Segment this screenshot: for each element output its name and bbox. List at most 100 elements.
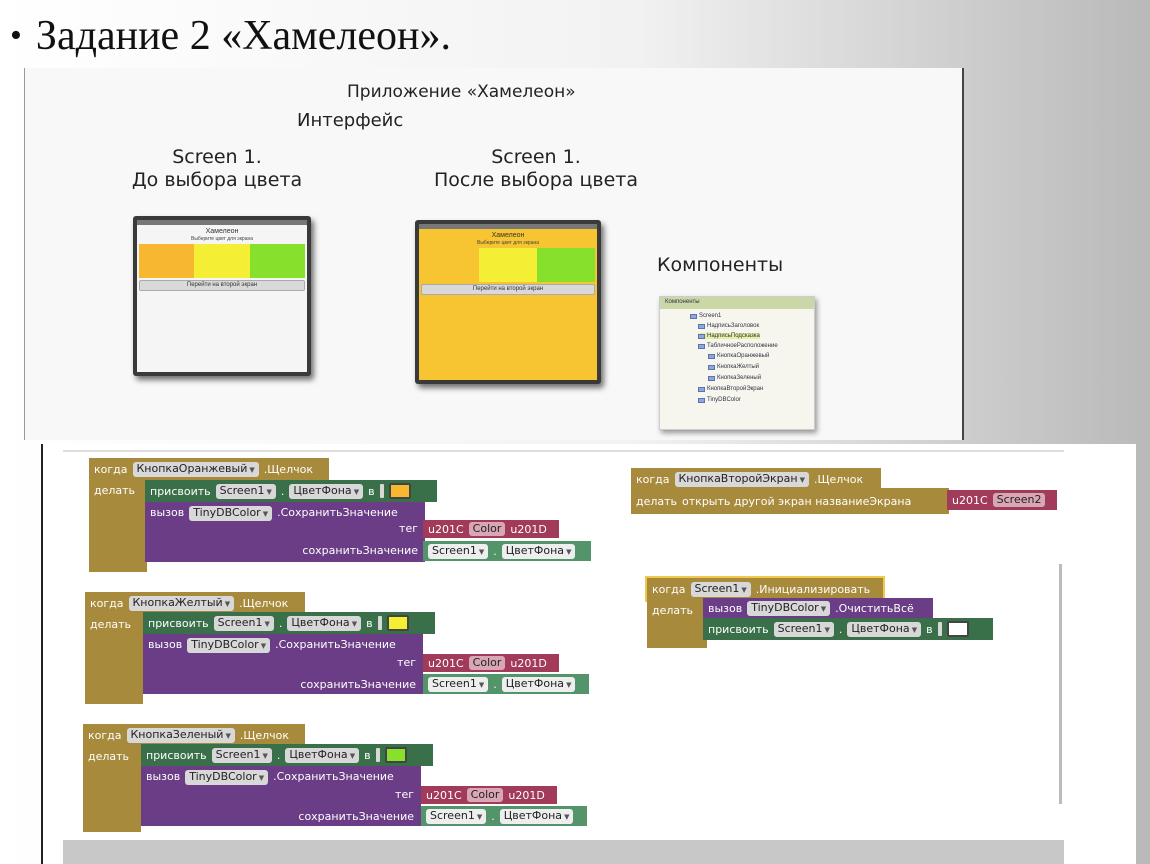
interface-label: Интерфейс	[297, 110, 404, 131]
set-bgcolor-yellow[interactable]: присвоить Screen1 ▼ . ЦветФона ▼ в	[143, 612, 435, 634]
component-dropdown[interactable]: КнопкаЖелтый ▼	[128, 595, 235, 611]
color-swatch-green[interactable]	[384, 747, 407, 763]
tree-item-green[interactable]: КнопкаЗеленый	[708, 375, 761, 381]
tag-label: тег	[399, 521, 418, 535]
components-label: Компоненты	[657, 254, 784, 276]
color-swatch-yellow[interactable]	[386, 615, 409, 631]
value-label: сохранитьЗначение	[302, 543, 418, 557]
event-yellow-click[interactable]: когда КнопкаЖелтый ▼ .Щелчок	[85, 592, 305, 614]
tag-label: тег	[395, 787, 414, 801]
green-button[interactable]	[537, 248, 595, 282]
screen-icon	[690, 313, 697, 319]
divider	[63, 450, 1064, 452]
get-bgcolor-yellow[interactable]: Screen1 ▼ . ЦветФона ▼	[423, 674, 589, 694]
event-second-screen-click[interactable]: когда КнопкаВторойЭкран ▼ .Щелчок	[631, 468, 881, 490]
text-color-green[interactable]: u201C Color u201D	[421, 786, 557, 804]
component-dropdown[interactable]: КнопкаЗеленый ▼	[126, 727, 235, 743]
socket	[379, 484, 384, 498]
caption-after-line1: Screen 1.	[491, 146, 581, 168]
call-clear-all[interactable]: вызов TinyDBColor ▼ .ОчиститьВсё	[703, 598, 933, 618]
caption-after-line2: После выбора цвета	[433, 169, 639, 191]
event-screen1-initialize[interactable]: когда Screen1 ▼ .Инициализировать	[645, 576, 885, 602]
tag-label: тег	[397, 655, 416, 669]
tree-item-yellow[interactable]: КнопкаЖелтый	[708, 364, 759, 370]
property-dropdown[interactable]: ЦветФона ▼	[499, 808, 574, 824]
second-screen-button[interactable]: Перейти на второй экран	[421, 284, 595, 295]
set-bgcolor-green[interactable]: присвоить Screen1 ▼ . ЦветФона ▼ в	[141, 744, 433, 766]
button-icon	[708, 375, 715, 381]
tree-item-label-title[interactable]: НадписьЗаголовок	[698, 323, 759, 329]
components-panel: Компоненты Screen1 НадписьЗаголовок Надп…	[659, 296, 815, 430]
blocks-editor: когда КнопкаОранжевый ▼ .Щелчок делать пр…	[41, 444, 1136, 864]
button-icon	[708, 353, 715, 359]
phone-after: Хамелеон Выберите цвет для экрана Перейт…	[415, 220, 601, 384]
property-dropdown[interactable]: ЦветФона ▼	[285, 747, 360, 763]
open-screen-row[interactable]: делать открыть другой экран названиеЭкра…	[631, 488, 949, 514]
screen-dropdown[interactable]: Screen1 ▼	[690, 581, 751, 597]
yellow-button[interactable]	[479, 248, 537, 282]
database-icon	[698, 397, 705, 403]
property-dropdown[interactable]: ЦветФона ▼	[501, 676, 576, 692]
tinydb-dropdown[interactable]: TinyDBColor ▼	[747, 600, 831, 616]
socket	[375, 748, 380, 762]
second-screen-button[interactable]: Перейти на второй экран	[139, 280, 305, 291]
tinydb-dropdown[interactable]: TinyDBColor ▼	[185, 770, 269, 785]
caption-before: Screen 1. До выбора цвета	[107, 146, 327, 192]
text-screen2[interactable]: u201C Screen2	[947, 490, 1057, 510]
color-swatch-orange[interactable]	[388, 483, 411, 499]
screen-dropdown[interactable]: Screen1 ▼	[426, 808, 487, 824]
get-bgcolor-green[interactable]: Screen1 ▼ . ЦветФона ▼	[421, 806, 587, 826]
yellow-button[interactable]	[194, 244, 250, 278]
tree-item-orange[interactable]: КнопкаОранжевый	[708, 353, 769, 359]
tree-item-label-hint[interactable]: НадписьПодсказка	[698, 333, 760, 339]
horizontal-scrollbar[interactable]	[63, 840, 1064, 864]
color-buttons-row	[139, 244, 305, 278]
property-dropdown[interactable]: ЦветФона ▼	[847, 621, 922, 637]
value-label: сохранитьЗначение	[300, 677, 416, 691]
tree-item-table[interactable]: ТабличноеРасположение	[698, 343, 778, 349]
component-dropdown[interactable]: КнопкаВторойЭкран ▼	[674, 471, 809, 487]
phone-before: Хамелеон Выберите цвет для экрана Перейт…	[133, 216, 311, 376]
phone-title: Хамелеон	[205, 228, 239, 235]
set-bgcolor-orange[interactable]: присвоить Screen1 ▼ . ЦветФона ▼ в	[145, 480, 437, 502]
caption-before-line1: Screen 1.	[172, 146, 262, 168]
caption-after: Screen 1. После выбора цвета	[401, 146, 671, 192]
text-color-yellow[interactable]: u201C Color u201D	[423, 654, 559, 672]
do-label: делать	[647, 600, 707, 648]
screen-dropdown[interactable]: Screen1 ▼	[773, 621, 834, 637]
tree-item-screen1[interactable]: Screen1	[690, 313, 721, 319]
tinydb-dropdown[interactable]: TinyDBColor ▼	[187, 638, 271, 653]
screen-dropdown[interactable]: Screen1 ▼	[428, 676, 489, 692]
screen-dropdown[interactable]: Screen1 ▼	[211, 747, 272, 763]
text-color-orange[interactable]: u201C Color u201D	[423, 520, 559, 538]
table-icon	[698, 343, 705, 349]
title-text: Задание 2 «Хамелеон».	[35, 13, 451, 59]
color-buttons-row	[421, 248, 595, 282]
color-swatch-white[interactable]	[946, 621, 969, 637]
interface-screenshot: Приложение «Хамелеон» Интерфейс Screen 1…	[24, 68, 964, 440]
screen-dropdown[interactable]: Screen1 ▼	[213, 615, 274, 631]
phone-subtitle: Выберите цвет для экрана	[190, 236, 254, 242]
phone-after-screen: Хамелеон Выберите цвет для экрана Перейт…	[419, 224, 597, 380]
event-orange-click[interactable]: когда КнопкаОранжевый ▼ .Щелчок	[89, 458, 329, 480]
orange-button[interactable]	[139, 244, 195, 278]
phone-subtitle: Выберите цвет для экрана	[476, 240, 540, 246]
green-button[interactable]	[249, 244, 305, 278]
screen-dropdown[interactable]: Screen1 ▼	[215, 483, 276, 499]
vertical-scrollbar[interactable]	[1059, 564, 1062, 804]
property-dropdown[interactable]: ЦветФона ▼	[501, 543, 576, 559]
tree-item-second-screen[interactable]: КнопкаВторойЭкран	[698, 386, 763, 392]
components-header: Компоненты	[660, 297, 814, 309]
property-dropdown[interactable]: ЦветФона ▼	[287, 615, 362, 631]
tree-item-tinydb[interactable]: TinyDBColor	[698, 397, 741, 403]
get-bgcolor-orange[interactable]: Screen1 ▼ . ЦветФона ▼	[423, 541, 591, 561]
orange-button[interactable]	[421, 248, 479, 282]
property-dropdown[interactable]: ЦветФона ▼	[289, 483, 364, 499]
button-icon	[708, 364, 715, 370]
component-dropdown[interactable]: КнопкаОранжевый ▼	[132, 461, 259, 477]
screen-dropdown[interactable]: Screen1 ▼	[428, 543, 489, 559]
set-bgcolor-white[interactable]: присвоить Screen1 ▼ . ЦветФона ▼ в	[703, 618, 993, 640]
phone-before-screen: Хамелеон Выберите цвет для экрана Перейт…	[137, 220, 307, 372]
socket	[937, 622, 942, 636]
event-green-click[interactable]: когда КнопкаЗеленый ▼ .Щелчок	[83, 724, 305, 746]
